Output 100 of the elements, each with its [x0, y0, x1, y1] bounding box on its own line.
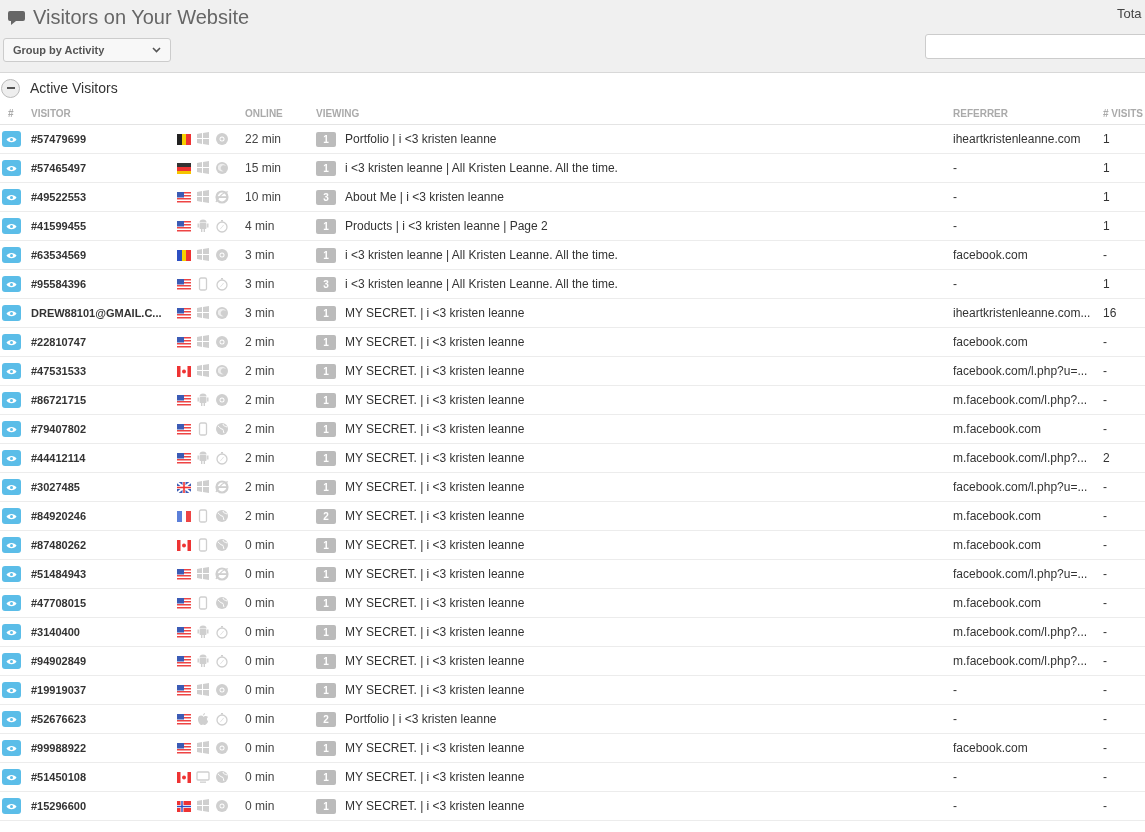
view-visitor-button[interactable] — [2, 595, 21, 611]
browser-globe-icon — [215, 161, 229, 175]
online-time: 4 min — [245, 219, 275, 233]
phone-icon — [196, 509, 210, 523]
view-visitor-button[interactable] — [2, 682, 21, 698]
online-time: 2 min — [245, 422, 275, 436]
online-time: 2 min — [245, 480, 275, 494]
online-time: 2 min — [245, 451, 275, 465]
browser-ring-icon — [215, 567, 229, 581]
visit-count: - — [1103, 741, 1107, 755]
visit-count: - — [1103, 654, 1107, 668]
compass-icon — [215, 277, 229, 291]
view-visitor-button[interactable] — [2, 392, 21, 408]
pageview-count: 1 — [316, 566, 336, 582]
view-visitor-button[interactable] — [2, 508, 21, 524]
view-visitor-button[interactable] — [2, 711, 21, 727]
view-visitor-button[interactable] — [2, 740, 21, 756]
globe-icon — [215, 596, 229, 610]
column-header: ONLINE — [245, 108, 283, 119]
pageview-count: 3 — [316, 189, 336, 205]
country-flag-icon — [177, 771, 191, 783]
pageview-count: 3 — [316, 276, 336, 292]
view-visitor-button[interactable] — [2, 247, 21, 263]
referrer-text: - — [953, 161, 957, 175]
visitor-id: #57465497 — [31, 162, 87, 174]
browser-globe-icon — [215, 306, 229, 320]
pageview-count: 1 — [316, 740, 336, 756]
pageview-count: 1 — [316, 305, 336, 321]
view-visitor-button[interactable] — [2, 566, 21, 582]
view-visitor-button[interactable] — [2, 363, 21, 379]
pageview-count: 2 — [316, 711, 336, 727]
group-select[interactable]: Group by Activity — [3, 38, 171, 62]
pageview-count: 1 — [316, 247, 336, 263]
view-visitor-button[interactable] — [2, 276, 21, 292]
referrer-text: - — [953, 219, 957, 233]
view-visitor-button[interactable] — [2, 769, 21, 785]
page-title-text: MY SECRET. | i <3 kristen leanne — [345, 769, 525, 786]
search-field[interactable] — [925, 34, 1145, 59]
view-visitor-button[interactable] — [2, 653, 21, 669]
referrer-text: iheartkristenleanne.com — [953, 132, 1081, 146]
view-visitor-button[interactable] — [2, 218, 21, 234]
pageview-count: 1 — [316, 131, 336, 147]
visitor-id: #3027485 — [31, 481, 80, 493]
eye-icon — [6, 309, 17, 317]
view-visitor-button[interactable] — [2, 798, 21, 814]
view-visitor-button[interactable] — [2, 624, 21, 640]
compass-icon — [215, 219, 229, 233]
country-flag-icon — [177, 191, 191, 203]
pageview-count: 1 — [316, 450, 336, 466]
view-visitor-button[interactable] — [2, 421, 21, 437]
country-flag-icon — [177, 684, 191, 696]
view-visitor-button[interactable] — [2, 479, 21, 495]
referrer-text: iheartkristenleanne.com... — [953, 306, 1091, 320]
eye-icon — [6, 686, 17, 694]
globe-icon — [215, 770, 229, 784]
phone-icon — [196, 422, 210, 436]
referrer-text: m.facebook.com/l.php?... — [953, 625, 1088, 639]
visitor-id: #19919037 — [31, 684, 87, 696]
online-time: 2 min — [245, 509, 275, 523]
view-visitor-button[interactable] — [2, 160, 21, 176]
eye-icon — [6, 599, 17, 607]
referrer-text: - — [953, 683, 957, 697]
windows-logo-icon — [196, 741, 210, 755]
view-visitor-button[interactable] — [2, 537, 21, 553]
eye-icon — [6, 541, 17, 549]
page-title-text: i <3 kristen leanne | All Kristen Leanne. All the time. — [345, 276, 618, 293]
browser-circle-icon — [215, 248, 229, 262]
visit-count: - — [1103, 567, 1107, 581]
collapse-button[interactable] — [1, 78, 20, 98]
page-title-text: MY SECRET. | i <3 kristen leanne — [345, 392, 525, 409]
view-visitor-button[interactable] — [2, 189, 21, 205]
page-title-text: MY SECRET. | i <3 kristen leanne — [345, 595, 525, 612]
country-flag-icon — [177, 510, 191, 522]
view-visitor-button[interactable] — [2, 334, 21, 350]
view-visitor-button[interactable] — [2, 450, 21, 466]
visitor-id: #15296600 — [31, 800, 87, 812]
eye-icon — [6, 454, 17, 462]
total-label: Tota — [1117, 5, 1142, 23]
online-time: 2 min — [245, 364, 275, 378]
visit-count: 1 — [1103, 190, 1110, 204]
view-visitor-button[interactable] — [2, 305, 21, 321]
chevron-down-icon — [152, 47, 161, 53]
referrer-text: - — [953, 799, 957, 813]
country-flag-icon — [177, 278, 191, 290]
visit-count: 1 — [1103, 219, 1110, 233]
windows-logo-icon — [196, 480, 210, 494]
online-time: 0 min — [245, 712, 275, 726]
android-robot-icon — [196, 393, 210, 407]
visit-count: - — [1103, 480, 1107, 494]
apple-logo-icon — [196, 712, 210, 726]
online-time: 0 min — [245, 683, 275, 697]
page-title-text: About Me | i <3 kristen leanne — [345, 189, 504, 206]
visitor-id: #99988922 — [31, 742, 87, 754]
view-visitor-button[interactable] — [2, 131, 21, 147]
visitor-id: DREW88101@GMAIL.C... — [31, 307, 162, 319]
pageview-count: 1 — [316, 421, 336, 437]
page-title-text: MY SECRET. | i <3 kristen leanne — [345, 421, 525, 438]
compass-icon — [215, 625, 229, 639]
windows-logo-icon — [196, 161, 210, 175]
eye-icon — [6, 483, 17, 491]
